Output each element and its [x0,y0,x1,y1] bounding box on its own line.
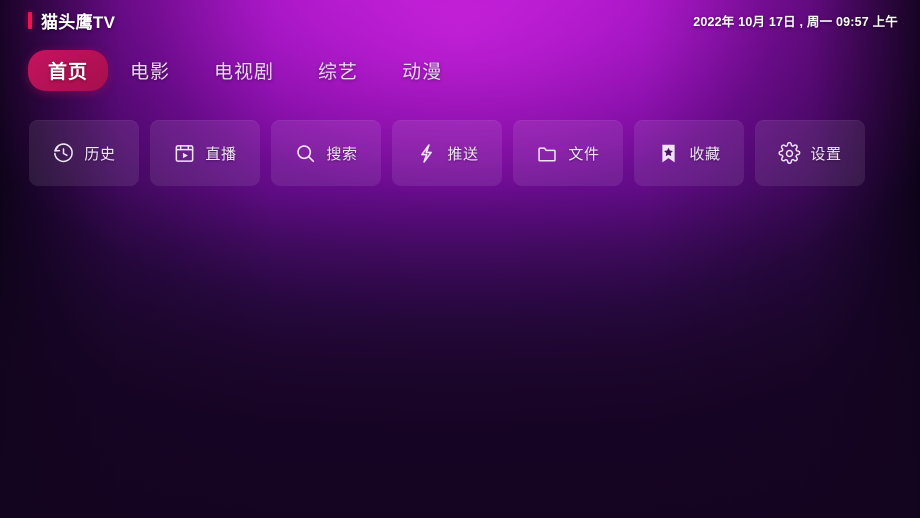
quick-action-push[interactable]: 推送 [392,120,502,186]
quick-action-history[interactable]: 历史 [29,120,139,186]
folder-icon [536,142,559,165]
search-icon [294,142,317,165]
top-bar: 猫头鹰TV 2022年 10月 17日 , 周一 09:57 上午 [0,0,920,40]
quick-action-files[interactable]: 文件 [513,120,623,186]
gear-icon [778,141,801,165]
quick-action-live[interactable]: 直播 [150,120,260,186]
quick-action-label: 直播 [205,145,237,163]
tab-variety[interactable]: 综艺 [296,50,380,91]
tab-movie[interactable]: 电影 [108,50,192,91]
quick-action-label: 设置 [810,145,842,163]
quick-action-favorites[interactable]: 收藏 [634,120,744,186]
brand-accent-bar [28,11,32,29]
tab-tv[interactable]: 电视剧 [192,50,296,91]
quick-action-label: 收藏 [689,145,721,163]
tv-launcher-screen: 猫头鹰TV 2022年 10月 17日 , 周一 09:57 上午 首页 电影 … [0,0,920,518]
brand-logo: 猫头鹰TV [28,8,115,33]
tab-anime[interactable]: 动漫 [380,50,464,91]
quick-action-row: 历史 直播 搜索 推送 文件 收藏 设置 [29,120,865,186]
quick-action-label: 搜索 [326,145,358,163]
brand-title: 猫头鹰TV [41,12,116,32]
quick-action-label: 历史 [84,145,116,163]
quick-action-settings[interactable]: 设置 [755,120,865,186]
tab-home[interactable]: 首页 [28,50,109,91]
quick-action-label: 文件 [568,145,600,163]
bookmark-star-icon [657,142,680,165]
quick-action-label: 推送 [447,145,479,163]
push-zap-icon [415,142,438,165]
history-icon [52,142,75,165]
datetime-display: 2022年 10月 17日 , 周一 09:57 上午 [693,14,898,29]
quick-action-search[interactable]: 搜索 [271,120,381,186]
category-tabs: 首页 电影 电视剧 综艺 动漫 [28,50,464,91]
live-tv-icon [173,142,196,165]
